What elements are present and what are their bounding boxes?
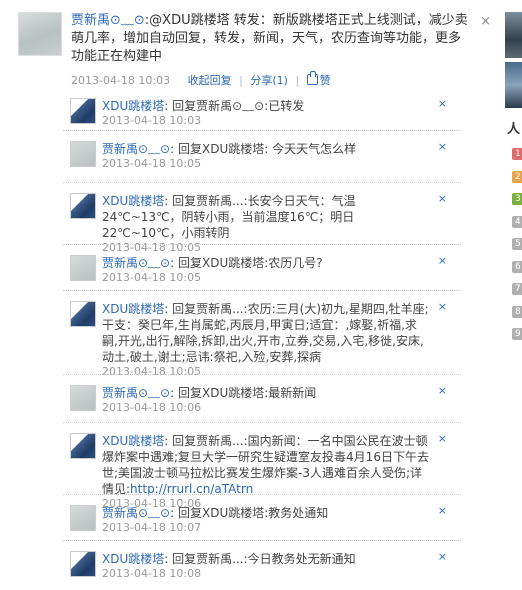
sidebar-thumbnail[interactable] bbox=[505, 62, 522, 108]
post-time: 2013-04-18 10:03 bbox=[71, 74, 171, 87]
sidebar-thumbnail[interactable] bbox=[505, 12, 522, 58]
reply-item: XDU跳楼塔: 回复贾新禹...:长安今日天气：气温 24℃~13℃，阴转小雨，… bbox=[63, 182, 461, 254]
right-sidebar: 人 1 2 3 4 5 6 7 8 9 bbox=[505, 0, 522, 590]
reply-time: 2013-04-18 10:05 bbox=[102, 271, 202, 284]
reply-avatar[interactable] bbox=[70, 141, 96, 167]
rank-badge: 5 bbox=[512, 238, 522, 250]
reply-author-link[interactable]: XDU跳楼塔 bbox=[102, 302, 164, 316]
reply-time: 2013-04-18 10:07 bbox=[102, 521, 202, 534]
post-meta: 2013-04-18 10:03 收起回复 | 分享(1) | 赞 bbox=[71, 71, 331, 88]
reply-item: XDU跳楼塔: 回复贾新禹⊙﹏⊙:已转发 2013-04-18 10:03 × bbox=[63, 88, 461, 130]
reply-avatar[interactable] bbox=[70, 255, 96, 281]
reply-text: : 回复XDU跳楼塔:教务处通知 bbox=[170, 506, 329, 520]
reply-item: 贾新禹⊙﹏⊙: 回复XDU跳楼塔:农历几号? 2013-04-18 10:05 × bbox=[63, 244, 461, 290]
reply-content: XDU跳楼塔: 回复贾新禹...:农历:三月(大)初九,星期四,牡羊座;干支：癸… bbox=[102, 301, 432, 379]
rank-badge: 6 bbox=[512, 260, 522, 273]
reply-item: XDU跳楼塔: 回复贾新禹...:国内新闻：一名中国公民在波士顿爆炸案中遇难;复… bbox=[63, 422, 461, 510]
reply-content: XDU跳楼塔: 回复贾新禹...:今日教务处无新通知 2013-04-18 10:… bbox=[102, 551, 432, 581]
rank-badge: 4 bbox=[512, 215, 522, 228]
reply-content: 贾新禹⊙﹏⊙: 回复XDU跳楼塔:教务处通知 2013-04-18 10:07 bbox=[102, 505, 432, 535]
close-icon[interactable]: × bbox=[438, 432, 447, 445]
reply-author-link[interactable]: 贾新禹⊙﹏⊙ bbox=[102, 256, 170, 270]
reply-avatar[interactable] bbox=[70, 433, 96, 459]
reply-content: 贾新禹⊙﹏⊙: 回复XDU跳楼塔:农历几号? 2013-04-18 10:05 bbox=[102, 255, 432, 285]
reply-content: 贾新禹⊙﹏⊙: 回复XDU跳楼塔:最新新闻 2013-04-18 10:06 bbox=[102, 385, 432, 415]
reply-text: : 回复贾新禹...:今日教务处无新通知 bbox=[164, 552, 356, 566]
reply-time: 2013-04-18 10:05 bbox=[102, 157, 202, 170]
divider: | bbox=[239, 74, 243, 87]
reply-item: XDU跳楼塔: 回复贾新禹...:今日教务处无新通知 2013-04-18 10:… bbox=[63, 540, 461, 582]
reply-author-link[interactable]: XDU跳楼塔 bbox=[102, 194, 164, 208]
reply-time: 2013-04-18 10:08 bbox=[102, 567, 202, 580]
reply-avatar[interactable] bbox=[70, 505, 96, 531]
reply-author-link[interactable]: XDU跳楼塔 bbox=[102, 552, 164, 566]
reply-author-link[interactable]: XDU跳楼塔 bbox=[102, 99, 164, 113]
close-icon[interactable]: × bbox=[480, 14, 491, 29]
reply-list: XDU跳楼塔: 回复贾新禹⊙﹏⊙:已转发 2013-04-18 10:03 × 贾新禹… bbox=[63, 88, 461, 582]
close-icon[interactable]: × bbox=[438, 384, 447, 397]
reply-time: 2013-04-18 10:03 bbox=[102, 114, 202, 127]
share-link[interactable]: 分享(1) bbox=[250, 74, 288, 87]
close-icon[interactable]: × bbox=[438, 254, 447, 267]
reply-item: XDU跳楼塔: 回复贾新禹...:农历:三月(大)初九,星期四,牡羊座;干支：癸… bbox=[63, 290, 461, 378]
reply-text: : 回复XDU跳楼塔: 今天天气怎么样 bbox=[170, 142, 357, 156]
post-author-avatar[interactable] bbox=[18, 12, 62, 56]
rank-badge: 1 bbox=[512, 148, 522, 160]
like-link[interactable]: 赞 bbox=[306, 71, 331, 87]
close-icon[interactable]: × bbox=[438, 140, 447, 153]
sidebar-title: 人 bbox=[507, 122, 521, 137]
close-icon[interactable]: × bbox=[438, 550, 447, 563]
like-label: 赞 bbox=[319, 74, 331, 87]
close-icon[interactable]: × bbox=[438, 97, 447, 110]
reply-author-link[interactable]: 贾新禹⊙﹏⊙ bbox=[102, 386, 170, 400]
reply-item: 贾新禹⊙﹏⊙: 回复XDU跳楼塔:最新新闻 2013-04-18 10:06 × bbox=[63, 374, 461, 422]
post-author-link[interactable]: 贾新禹⊙﹏⊙ bbox=[71, 13, 145, 28]
rank-badge: 8 bbox=[512, 305, 522, 318]
reply-avatar[interactable] bbox=[70, 193, 96, 219]
reply-content: 贾新禹⊙﹏⊙: 回复XDU跳楼塔: 今天天气怎么样 2013-04-18 10:0… bbox=[102, 141, 432, 171]
reply-content: XDU跳楼塔: 回复贾新禹⊙﹏⊙:已转发 2013-04-18 10:03 bbox=[102, 98, 432, 128]
reply-item: 贾新禹⊙﹏⊙: 回复XDU跳楼塔:教务处通知 2013-04-18 10:07 × bbox=[63, 494, 461, 540]
reply-author-link[interactable]: 贾新禹⊙﹏⊙ bbox=[102, 142, 170, 156]
reply-author-link[interactable]: XDU跳楼塔 bbox=[102, 434, 164, 448]
reply-text: : 回复XDU跳楼塔:农历几号? bbox=[170, 256, 323, 270]
close-icon[interactable]: × bbox=[438, 504, 447, 517]
reply-text: : 回复贾新禹⊙﹏⊙:已转发 bbox=[164, 99, 305, 113]
close-icon[interactable]: × bbox=[438, 300, 447, 313]
close-icon[interactable]: × bbox=[438, 192, 447, 205]
reply-avatar[interactable] bbox=[70, 98, 96, 124]
reply-avatar[interactable] bbox=[70, 551, 96, 577]
post-content: 贾新禹⊙﹏⊙:@XDU跳楼塔 转发：新版跳楼塔正式上线测试，减少卖萌几率，增加自… bbox=[71, 12, 471, 66]
reply-time: 2013-04-18 10:06 bbox=[102, 401, 202, 414]
reply-avatar[interactable] bbox=[70, 385, 96, 411]
thumbs-up-icon bbox=[306, 71, 318, 85]
rank-badge: 3 bbox=[512, 193, 522, 205]
reply-author-link[interactable]: 贾新禹⊙﹏⊙ bbox=[102, 506, 170, 520]
rank-badge: 2 bbox=[512, 170, 522, 183]
divider: | bbox=[295, 74, 300, 87]
reply-item: 贾新禹⊙﹏⊙: 回复XDU跳楼塔: 今天天气怎么样 2013-04-18 10:0… bbox=[63, 130, 461, 182]
reply-avatar[interactable] bbox=[70, 301, 96, 327]
rank-badge: 9 bbox=[512, 328, 522, 340]
hide-replies-link[interactable]: 收起回复 bbox=[188, 74, 232, 87]
rank-badge: 7 bbox=[512, 283, 522, 295]
reply-text: : 回复XDU跳楼塔:最新新闻 bbox=[170, 386, 317, 400]
